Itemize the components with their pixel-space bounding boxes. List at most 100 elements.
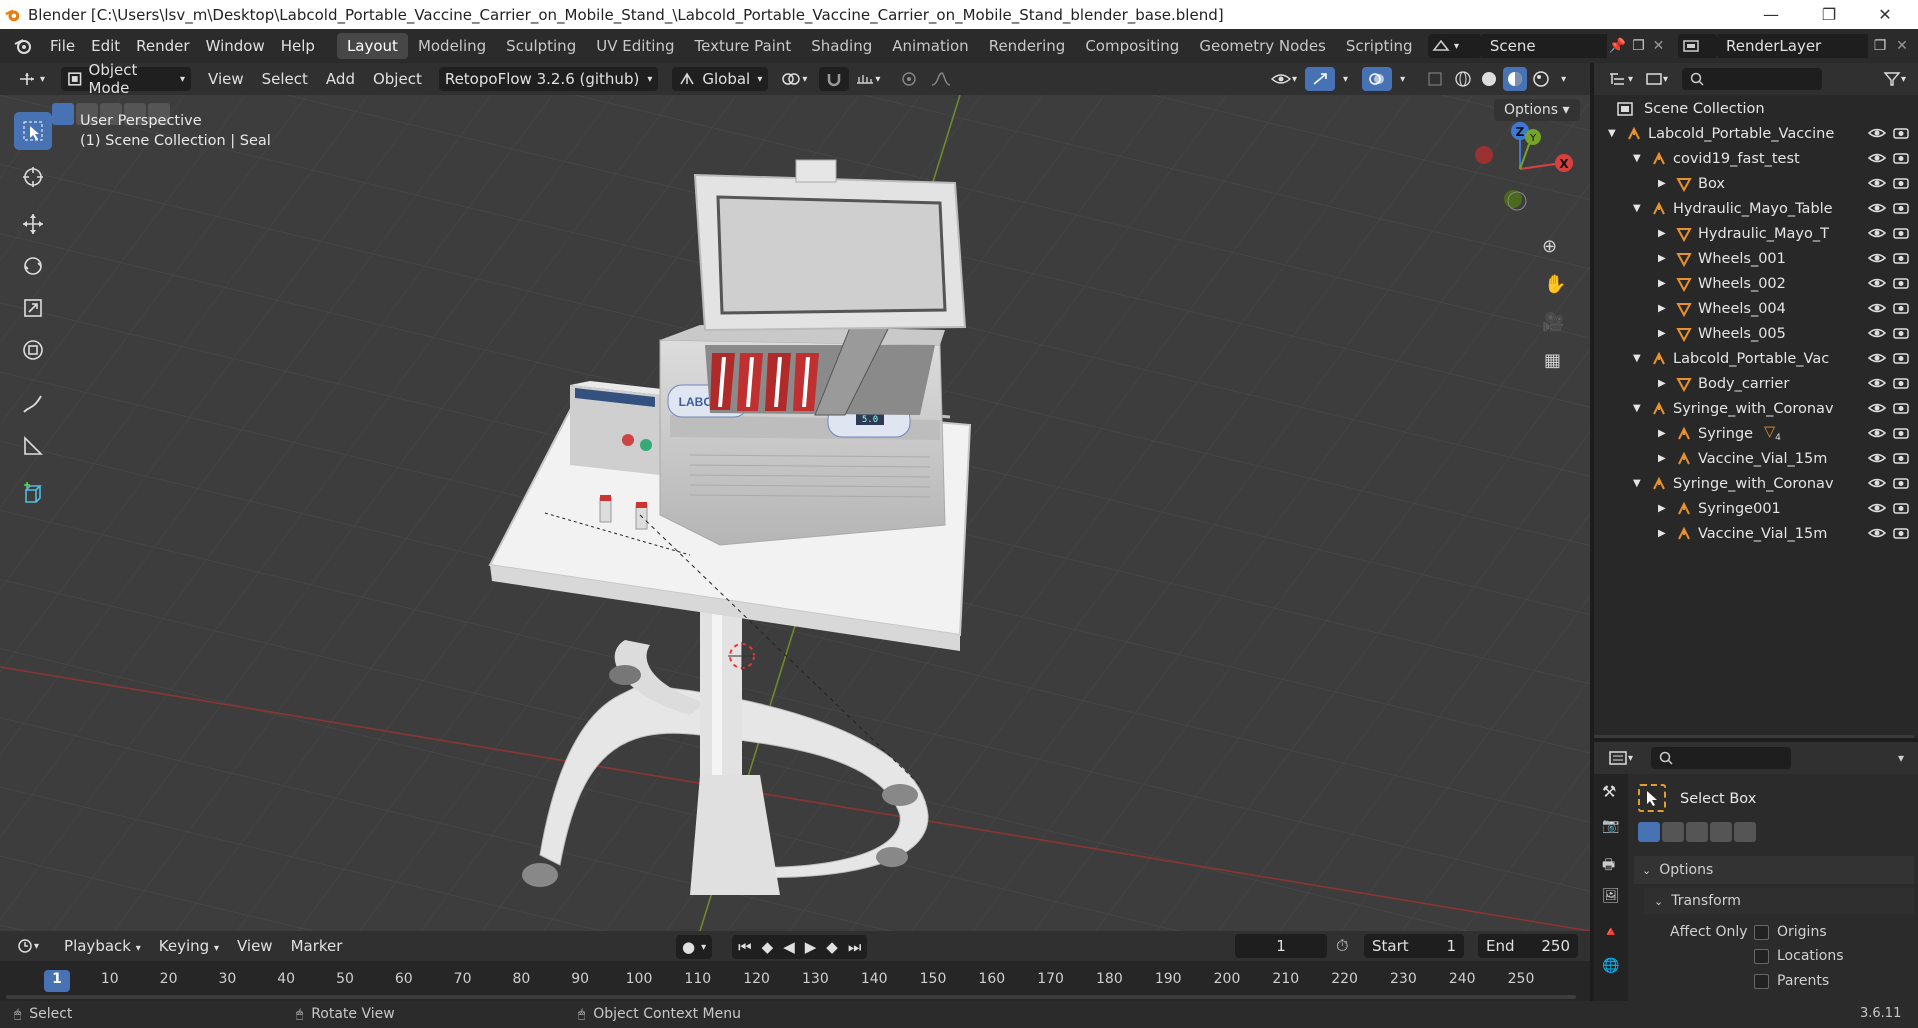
prev-keyframe-icon[interactable]: ◆ — [762, 938, 774, 956]
properties-editor-type[interactable]: ▾ — [1602, 746, 1639, 770]
outliner-item[interactable]: ▶ Wheels_004 — [1594, 296, 1918, 321]
pan-hand-icon[interactable]: ✋ — [1544, 274, 1566, 295]
visibility-eye-icon[interactable] — [1868, 226, 1886, 240]
tab-sculpting[interactable]: Sculpting — [496, 33, 586, 59]
add-cube-tool[interactable] — [14, 475, 52, 513]
output-tab-icon[interactable]: 🖶 — [1602, 854, 1615, 878]
gizmo-dropdown[interactable]: ▾ — [1337, 67, 1354, 91]
camera-view-icon[interactable]: 🎥 — [1542, 312, 1564, 333]
outliner-search-input[interactable] — [1682, 68, 1823, 90]
parents-checkbox-row[interactable]: Parents — [1754, 973, 1829, 989]
mode-invert-icon[interactable] — [1710, 822, 1732, 842]
properties-options-dropdown[interactable]: ▾ — [1898, 751, 1904, 765]
blender-menu-icon[interactable] — [12, 37, 34, 55]
outliner-item[interactable]: ▶ Syringe ▽4 — [1594, 421, 1918, 446]
menu-keying[interactable]: Keying ▾ — [150, 937, 228, 955]
menu-add[interactable]: Add — [317, 70, 364, 88]
view-layer-browse-button[interactable] — [1678, 34, 1718, 58]
close-button[interactable]: ✕ — [1862, 0, 1908, 29]
mode-new-icon[interactable] — [1638, 822, 1660, 842]
visibility-eye-icon[interactable] — [1868, 176, 1886, 190]
scene-canvas[interactable]: LABCOLD 5.0 — [0, 95, 1590, 931]
origins-checkbox-row[interactable]: Origins — [1754, 924, 1827, 940]
scale-tool[interactable] — [14, 289, 52, 327]
play-icon[interactable]: ▶ — [805, 938, 817, 956]
expand-arrow-icon[interactable]: ▶ — [1658, 428, 1666, 439]
outliner-item[interactable]: ▶ Wheels_002 — [1594, 271, 1918, 296]
object-mode-dropdown[interactable]: Object Mode ▾ — [61, 61, 192, 97]
expand-arrow-icon[interactable]: ▶ — [1658, 453, 1666, 464]
collapse-arrow-icon[interactable]: ▼ — [1633, 153, 1641, 164]
visibility-eye-icon[interactable] — [1868, 501, 1886, 515]
timeline-editor-type[interactable]: ▾ — [10, 934, 45, 958]
render-camera-icon[interactable] — [1892, 451, 1910, 465]
locations-checkbox[interactable] — [1754, 948, 1769, 964]
render-camera-icon[interactable] — [1892, 476, 1910, 490]
snap-target-dropdown[interactable]: ▾ — [849, 67, 886, 91]
pin-icon[interactable]: 📌 — [1607, 38, 1628, 54]
outliner-item[interactable]: ▼ Syringe_with_Coronav — [1594, 396, 1918, 421]
expand-arrow-icon[interactable]: ▶ — [1658, 503, 1666, 514]
timeline-scrollbar[interactable] — [6, 995, 1576, 999]
collapse-arrow-icon[interactable]: ▼ — [1633, 353, 1641, 364]
editor-type-button[interactable]: ▾ — [10, 67, 51, 91]
expand-arrow-icon[interactable]: ▶ — [1658, 528, 1666, 539]
minimize-button[interactable]: — — [1748, 0, 1794, 29]
tab-scripting[interactable]: Scripting — [1336, 33, 1423, 59]
3d-viewport[interactable]: LABCOLD 5.0 User Perspective (1) Scene C… — [0, 95, 1590, 931]
shading-dropdown[interactable]: ▾ — [1555, 67, 1572, 91]
render-camera-icon[interactable] — [1892, 426, 1910, 440]
visibility-eye-icon[interactable] — [1868, 451, 1886, 465]
render-tab-icon[interactable]: 📷 — [1602, 818, 1619, 834]
expand-arrow-icon[interactable]: ▶ — [1658, 278, 1666, 289]
expand-arrow-icon[interactable]: ▶ — [1658, 303, 1666, 314]
outliner-item[interactable]: ▼ Labcold_Portable_Vaccine — [1594, 121, 1918, 146]
outliner-item[interactable]: ▶ Vaccine_Vial_15m — [1594, 521, 1918, 546]
stopwatch-icon[interactable]: ⏱ — [1336, 936, 1348, 956]
render-camera-icon[interactable] — [1892, 251, 1910, 265]
visibility-dropdown[interactable]: ▾ — [1264, 67, 1303, 91]
tab-animation[interactable]: Animation — [882, 33, 978, 59]
options-panel-header[interactable]: ⌄ Options — [1634, 856, 1914, 884]
menu-file[interactable]: File — [42, 33, 83, 59]
filter-dropdown[interactable]: ▾ — [1877, 67, 1912, 91]
mode-subtract-icon[interactable] — [1686, 822, 1708, 842]
collapse-arrow-icon[interactable]: ▼ — [1633, 403, 1641, 414]
gizmo-toggle[interactable] — [1305, 67, 1336, 91]
carrier-lid[interactable] — [693, 159, 967, 332]
outliner-item[interactable]: ▼ Hydraulic_Mayo_Table — [1594, 196, 1918, 221]
retopoflow-dropdown[interactable]: RetopoFlow 3.2.6 (github) ▾ — [438, 67, 659, 91]
shading-material[interactable] — [1503, 67, 1528, 91]
outliner-item[interactable]: ▶ Hydraulic_Mayo_T — [1594, 221, 1918, 246]
menu-render[interactable]: Render — [128, 33, 197, 59]
expand-arrow-icon[interactable]: ▶ — [1658, 328, 1666, 339]
select-box-tool[interactable] — [14, 112, 52, 150]
overlay-toggle[interactable] — [1362, 67, 1393, 91]
render-camera-icon[interactable] — [1892, 126, 1910, 140]
tab-compositing[interactable]: Compositing — [1075, 33, 1189, 59]
mode-intersect-icon[interactable] — [1734, 822, 1756, 842]
maximize-button[interactable]: ❐ — [1806, 0, 1852, 29]
jump-start-icon[interactable]: ⏮ — [738, 938, 752, 956]
orientation-dropdown[interactable]: Global ▾ — [672, 67, 769, 91]
transform-subpanel-header[interactable]: ⌄ Transform — [1644, 888, 1914, 914]
properties-search-input[interactable] — [1651, 747, 1792, 769]
outliner-item[interactable]: ▼ covid19_fast_test — [1594, 146, 1918, 171]
ortho-grid-icon[interactable]: ▦ — [1544, 350, 1561, 371]
render-layer-field[interactable]: RenderLayer — [1718, 34, 1868, 58]
measure-tool[interactable] — [14, 427, 52, 465]
shading-wireframe[interactable] — [1451, 67, 1475, 91]
tab-uv-editing[interactable]: UV Editing — [586, 33, 684, 59]
menu-window[interactable]: Window — [198, 33, 273, 59]
parents-checkbox[interactable] — [1754, 973, 1769, 989]
cursor-tool[interactable] — [14, 158, 52, 196]
visibility-eye-icon[interactable] — [1868, 351, 1886, 365]
delete-scene-icon[interactable]: ✕ — [1649, 38, 1668, 54]
annotate-tool[interactable] — [14, 385, 52, 423]
tab-rendering[interactable]: Rendering — [979, 33, 1076, 59]
render-camera-icon[interactable] — [1892, 501, 1910, 515]
visibility-eye-icon[interactable] — [1868, 251, 1886, 265]
visibility-eye-icon[interactable] — [1868, 126, 1886, 140]
xray-toggle[interactable] — [1421, 67, 1449, 91]
render-camera-icon[interactable] — [1892, 376, 1910, 390]
